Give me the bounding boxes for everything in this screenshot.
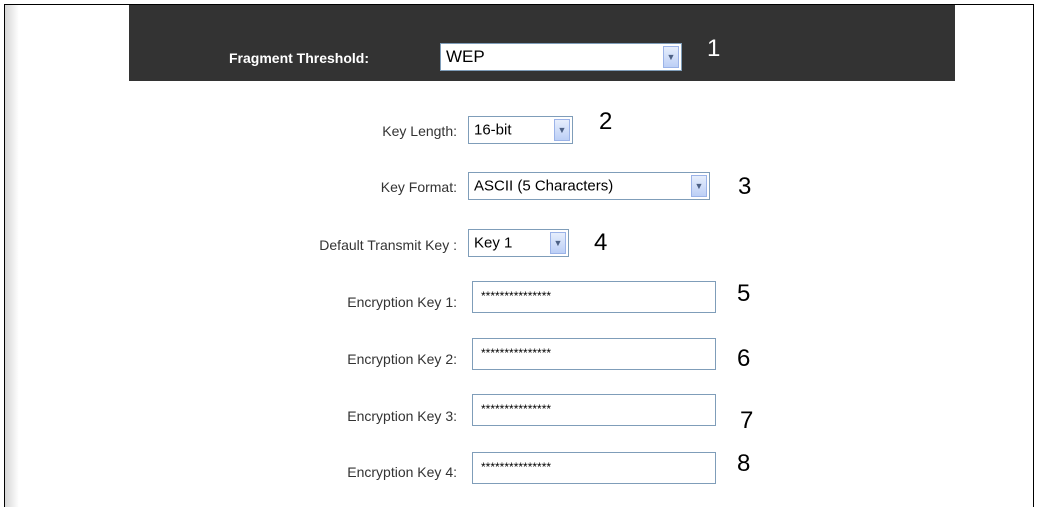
default-transmit-key-select[interactable]: Key 1 ▼ (468, 229, 569, 257)
encryption-key-1-input[interactable]: *************** (472, 281, 716, 313)
callout-3: 3 (738, 173, 752, 200)
callout-7: 7 (740, 407, 754, 434)
chevron-down-icon[interactable]: ▼ (691, 175, 707, 197)
encryption-key-4-label: Encryption Key 4: (347, 464, 457, 480)
encryption-key-1-label: Encryption Key 1: (347, 294, 457, 310)
callout-4: 4 (594, 229, 608, 256)
key-format-select[interactable]: ASCII (5 Characters) ▼ (468, 172, 710, 200)
encryption-key-3-input[interactable]: *************** (472, 394, 716, 426)
security-mode-value: WEP (446, 47, 485, 66)
callout-5: 5 (737, 280, 751, 307)
chevron-down-icon[interactable]: ▼ (554, 119, 570, 141)
chevron-down-icon[interactable]: ▼ (550, 232, 566, 254)
chevron-down-icon[interactable]: ▼ (663, 46, 679, 68)
encryption-key-2-label: Encryption Key 2: (347, 351, 457, 367)
key-length-label: Key Length: (382, 123, 457, 139)
settings-panel: Fragment Threshold: WEP ▼ 1 Key Length: … (4, 4, 1034, 507)
left-shade (5, 5, 19, 507)
fragment-threshold-label: Fragment Threshold: (229, 50, 370, 66)
callout-1: 1 (707, 35, 721, 62)
callout-6: 6 (737, 345, 751, 372)
callout-2: 2 (599, 108, 613, 135)
key-format-label: Key Format: (380, 179, 457, 195)
encryption-key-3-label: Encryption Key 3: (347, 408, 457, 424)
key-length-select[interactable]: 16-bit ▼ (468, 116, 573, 144)
default-transmit-key-value: Key 1 (474, 234, 513, 252)
callout-8: 8 (737, 450, 751, 477)
key-length-value: 16-bit (474, 121, 512, 139)
security-mode-select[interactable]: WEP ▼ (440, 43, 682, 71)
encryption-key-4-input[interactable]: *************** (472, 452, 716, 484)
encryption-key-2-input[interactable]: *************** (472, 338, 716, 370)
default-transmit-key-label: Default Transmit Key : (319, 237, 457, 253)
key-format-value: ASCII (5 Characters) (474, 177, 614, 195)
